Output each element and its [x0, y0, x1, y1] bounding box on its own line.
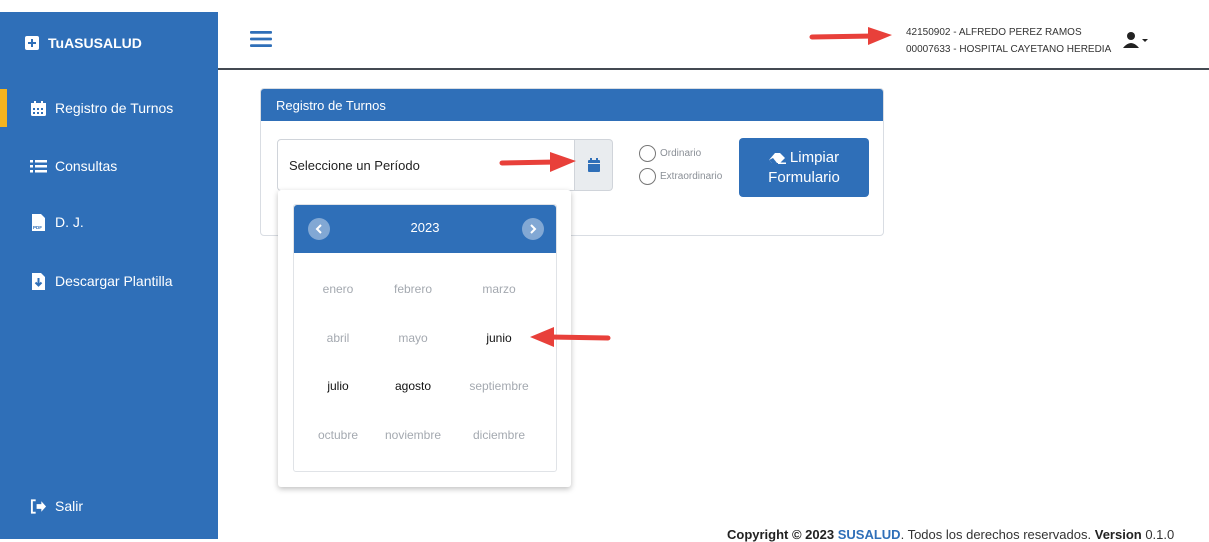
footer-version-label: Version	[1094, 527, 1142, 542]
sidebar-item-consultas[interactable]: Consultas	[0, 147, 218, 185]
month-agosto[interactable]: agosto	[373, 379, 453, 393]
month-picker: 2023 enero febrero marzo abril mayo juni…	[293, 204, 557, 472]
footer-rights: . Todos los derechos reservados.	[900, 527, 1092, 542]
annotation-arrow	[499, 152, 576, 172]
sidebar-item-label: Consultas	[55, 158, 118, 174]
radio-ordinario[interactable]: Ordinario	[639, 145, 701, 162]
sidebar-item-label: Descargar Plantilla	[55, 273, 173, 289]
logout-label: Salir	[55, 498, 84, 514]
sidebar-item-label: D. J.	[55, 214, 84, 230]
radio-circle[interactable]	[639, 168, 656, 185]
logout-link[interactable]: Salir	[0, 487, 218, 525]
annotation-arrow	[530, 327, 611, 347]
brand-name: TuASUSALUD	[48, 35, 142, 51]
month-noviembre: noviembre	[384, 428, 442, 442]
next-year-button[interactable]	[522, 218, 544, 240]
month-diciembre: diciembre	[472, 428, 526, 442]
svg-text:PDF: PDF	[33, 225, 42, 230]
sidebar-item-descargar-plantilla[interactable]: Descargar Plantilla	[0, 262, 218, 300]
month-febrero: febrero	[393, 282, 433, 296]
picker-header: 2023	[294, 205, 556, 253]
month-julio[interactable]: julio	[298, 379, 378, 393]
user-menu-icon[interactable]	[1123, 31, 1149, 49]
radio-extraordinario[interactable]: Extraordinario	[639, 168, 722, 185]
user-institution: 00007633 - HOSPITAL CAYETANO HEREDIA	[906, 44, 1112, 55]
pdf-file-icon: PDF	[30, 213, 47, 231]
sign-out-icon	[30, 498, 47, 515]
sidebar-item-label: Registro de Turnos	[55, 100, 174, 116]
annotation-arrow	[809, 27, 892, 45]
month-abril: abril	[326, 331, 350, 345]
brand[interactable]: TuASUSALUD	[24, 34, 142, 52]
month-mayo: mayo	[398, 331, 428, 345]
month-marzo: marzo	[482, 282, 516, 296]
footer: Copyright © 2023 SUSALUD. Todos los dere…	[727, 527, 1174, 542]
sidebar: TuASUSALUD Registro de Turnos Consultas …	[0, 12, 218, 539]
calendar-icon	[587, 158, 600, 172]
user-id-name: 42150902 - ALFREDO PEREZ RAMOS	[906, 27, 1082, 38]
footer-copyright: Copyright © 2023	[727, 527, 835, 542]
sidebar-item-dj[interactable]: PDF D. J.	[0, 203, 218, 241]
calendar-button[interactable]	[575, 139, 613, 191]
panel-title: Registro de Turnos	[261, 89, 883, 121]
clear-label-1: Limpiar	[789, 148, 840, 166]
eraser-icon	[768, 152, 786, 164]
sidebar-item-registro-de-turnos[interactable]: Registro de Turnos	[0, 89, 218, 127]
user-info: 42150902 - ALFREDO PEREZ RAMOS 00007633 …	[906, 24, 1111, 58]
footer-brand-link[interactable]: SUSALUD	[838, 527, 901, 542]
hamburger-menu-icon[interactable]	[250, 29, 272, 49]
download-file-icon	[30, 272, 47, 290]
footer-version: 0.1.0	[1145, 527, 1175, 542]
chevron-right-icon	[530, 224, 537, 234]
month-octubre: octubre	[317, 428, 359, 442]
calendar-icon	[30, 100, 47, 117]
clear-label-2: Formulario	[768, 168, 840, 186]
radio-label: Extraordinario	[660, 171, 723, 182]
radio-label: Ordinario	[660, 148, 702, 159]
month-septiembre: septiembre	[469, 379, 529, 393]
month-junio[interactable]: junio	[459, 331, 539, 345]
radio-circle[interactable]	[639, 145, 656, 162]
top-strip	[0, 0, 1209, 12]
clear-form-button[interactable]: Limpiar Formulario	[739, 138, 869, 197]
list-icon	[30, 158, 47, 175]
medical-book-icon	[25, 36, 39, 50]
month-enero: enero	[322, 282, 354, 296]
picker-year: 2023	[410, 220, 440, 235]
top-header: 42150902 - ALFREDO PEREZ RAMOS 00007633 …	[218, 12, 1209, 70]
